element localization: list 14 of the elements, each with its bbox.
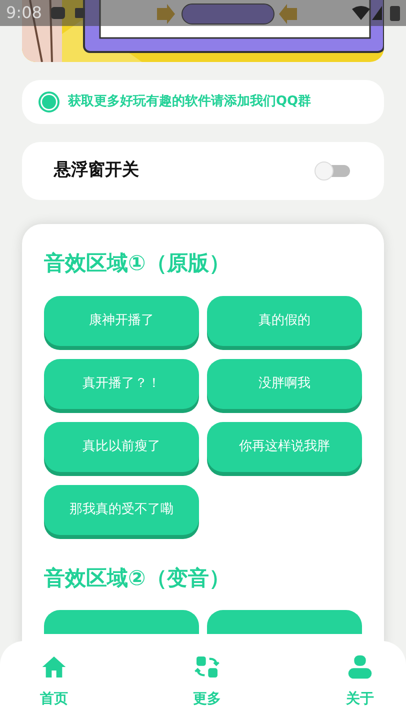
nav-tab[interactable]: 关于 <box>346 653 374 710</box>
sound-button[interactable]: 真的假的 <box>207 296 362 346</box>
sound-button[interactable]: 那我真的受不了嘞 <box>44 484 199 534</box>
sound-button[interactable]: 你再这样说我胖 <box>207 422 362 472</box>
section-title: 音效区域②（变音） <box>44 564 231 592</box>
sound-button[interactable]: 真比以前瘦了 <box>44 422 199 472</box>
sound-button[interactable]: 真开播了？！ <box>44 358 199 408</box>
nav-tab[interactable]: 首页 <box>40 653 68 710</box>
nav-tab[interactable]: 更多 <box>193 653 221 710</box>
sound-button[interactable]: 康神开播了 <box>44 296 199 346</box>
notice-text: 获取更多好玩有趣的软件请添加我们QQ群 <box>68 93 312 112</box>
toggle-label: 悬浮窗开关 <box>54 159 139 182</box>
section-title: 音效区域①（原版） <box>44 250 231 277</box>
sound-button[interactable]: 没胖啊我 <box>207 358 362 408</box>
